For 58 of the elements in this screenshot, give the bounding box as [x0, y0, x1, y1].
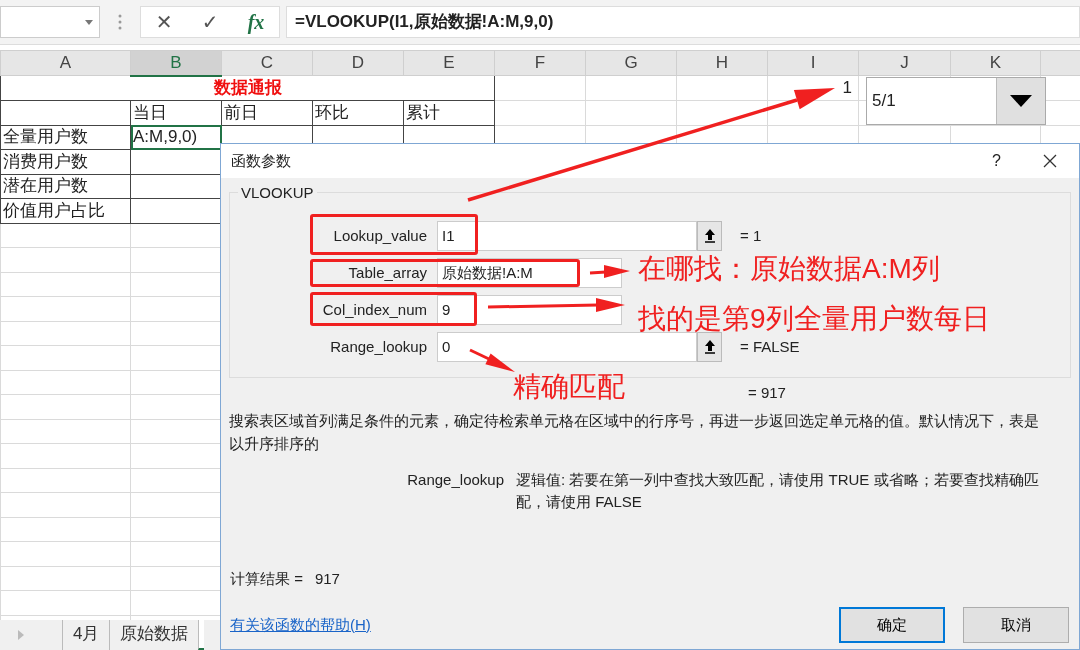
dialog-button[interactable]: 取消: [963, 607, 1069, 643]
column-header[interactable]: D: [312, 50, 404, 76]
argument-label: Table_array: [347, 264, 428, 281]
collapse-button[interactable]: [697, 331, 722, 362]
argument-input[interactable]: I1: [437, 220, 697, 251]
row-label: 全量用户数: [0, 125, 131, 150]
column-header[interactable]: H: [676, 50, 768, 76]
collapse-button[interactable]: [697, 220, 722, 251]
column-header[interactable]: J: [858, 50, 951, 76]
argument-label: Range_lookup: [329, 338, 428, 355]
formula-result: = 917: [748, 384, 787, 401]
sheet-tab[interactable]: 4月: [62, 620, 110, 650]
argument-input[interactable]: 0: [437, 331, 697, 362]
dialog-button[interactable]: 确定: [839, 607, 945, 643]
column-header[interactable]: F: [494, 50, 586, 76]
function-description: 搜索表区域首列满足条件的元素，确定待检索单元格在区域中的行序号，再进一步返回选定单元格的值。默认情况下，表是以升序排序的: [229, 411, 1040, 454]
caret-icon: [1010, 95, 1032, 107]
column-label: 累计: [403, 100, 495, 125]
enter-button[interactable]: ✓: [201, 10, 219, 34]
annotation-text: 在哪找：原始数据A:M列: [638, 252, 940, 286]
insert-function-button[interactable]: fx: [247, 10, 265, 34]
dialog-title: 函数参数: [231, 151, 292, 171]
argument-result: = FALSE: [740, 338, 800, 355]
help-button[interactable]: ?: [992, 152, 1001, 170]
column-label: 前日: [221, 100, 313, 125]
argument-label: Lookup_value: [332, 227, 428, 244]
column-header[interactable]: I: [767, 50, 859, 76]
formula-input[interactable]: =VLOOKUP(I1,原始数据!A:M,9,0): [286, 6, 1080, 38]
column-header[interactable]: E: [403, 50, 495, 76]
caret-icon[interactable]: [85, 19, 93, 25]
help-link[interactable]: 有关该函数的帮助(H): [230, 615, 821, 635]
grip-icon: [118, 13, 122, 31]
sheet-tab[interactable]: [198, 620, 205, 650]
row-label: 潜在用户数: [0, 174, 131, 199]
table-cell[interactable]: A:M,9,0): [130, 125, 222, 150]
report-title: 数据通报: [0, 75, 495, 101]
column-header[interactable]: K: [950, 50, 1041, 76]
arrow: [469, 348, 515, 372]
close-icon[interactable]: [1043, 154, 1057, 168]
up-arrow-icon: [704, 228, 715, 243]
row-label: 价值用户占比: [0, 198, 131, 223]
column-label: 环比: [312, 100, 404, 125]
up-arrow-icon: [704, 339, 715, 354]
result-value: 917: [314, 570, 340, 589]
row-label: 消费用户数: [0, 149, 131, 174]
arrow: [589, 265, 630, 278]
dropdown[interactable]: 5/1: [866, 77, 1046, 125]
column-header[interactable]: G: [585, 50, 677, 76]
parameter-description: 逻辑值: 若要在第一列中查找大致匹配，请使用 TRUE 或省略；若要查找精确匹配，请使用 FALSE: [516, 470, 1040, 512]
result-label: 计算结果 =: [230, 570, 303, 589]
argument-result: = 1: [740, 227, 762, 244]
argument-label: Col_index_num: [321, 301, 428, 318]
column-header[interactable]: B: [130, 50, 222, 76]
annotation-text: 精确匹配: [513, 370, 625, 404]
column-header[interactable]: C: [221, 50, 313, 76]
cancel-button[interactable]: ✕: [155, 10, 173, 34]
column-header[interactable]: A: [0, 50, 131, 76]
parameter-name: Range_lookup: [406, 470, 505, 490]
